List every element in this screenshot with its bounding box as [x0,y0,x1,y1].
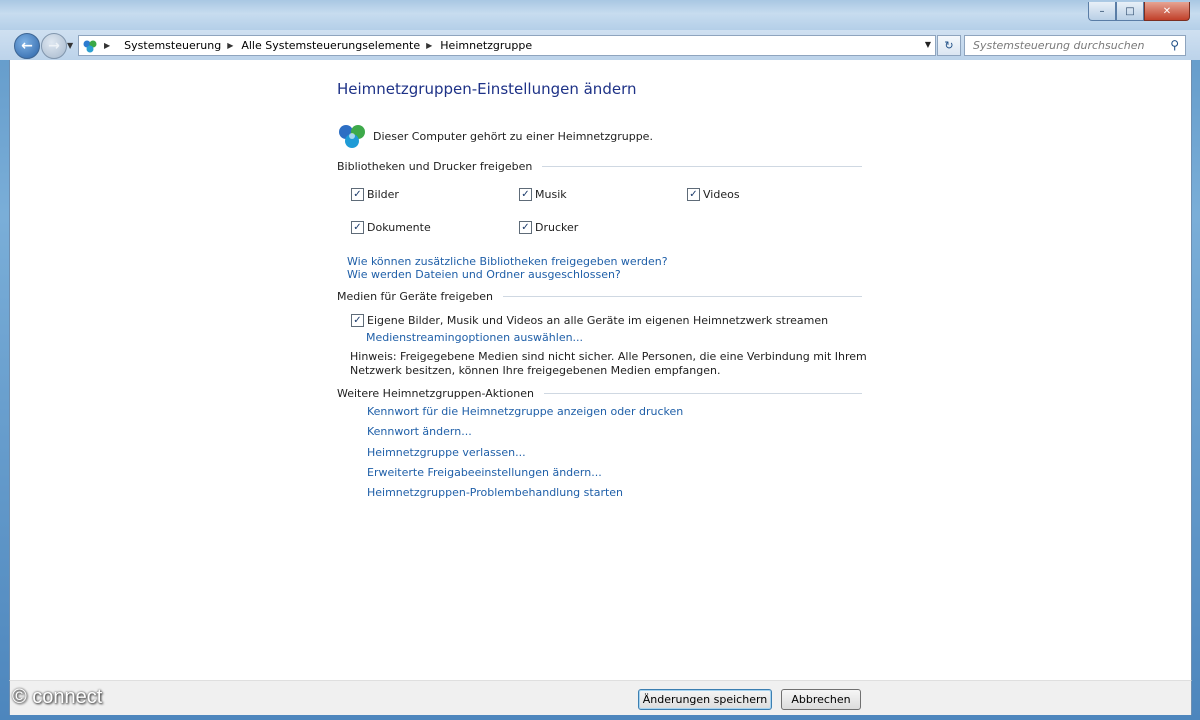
homegroup-status: Dieser Computer gehört zu einer Heimnetz… [337,123,653,149]
link-additional-libraries[interactable]: Wie können zusätzliche Bibliotheken frei… [347,255,668,268]
checkbox-label[interactable]: Videos [703,188,740,201]
checkbox-label[interactable]: Musik [535,188,567,201]
link-change-password[interactable]: Kennwort ändern... [367,425,472,438]
search-input[interactable] [971,38,1165,53]
section-divider [502,296,862,297]
refresh-button[interactable]: ↻ [937,35,961,56]
checkbox-drucker[interactable]: ✓ Drucker [519,221,578,234]
checkbox-media-streaming[interactable]: ✓ Eigene Bilder, Musik und Videos an all… [351,314,828,327]
section-media-heading: Medien für Geräte freigeben [337,290,862,303]
section-libraries-heading: Bibliotheken und Drucker freigeben [337,160,862,173]
window-controls: – □ ✕ [1088,2,1190,22]
link-exclude-files[interactable]: Wie werden Dateien und Ordner ausgeschlo… [347,268,621,281]
checkbox-label[interactable]: Dokumente [367,221,431,234]
checkbox-musik[interactable]: ✓ Musik [519,188,567,201]
checkbox-box[interactable]: ✓ [351,188,364,201]
breadcrumb-systemsteuerung[interactable]: Systemsteuerung [124,39,221,52]
breadcrumb-chevron-icon[interactable]: ▶ [227,41,233,50]
dialog-button-bar: Änderungen speichern Abbrechen [9,680,1192,715]
checkbox-label[interactable]: Eigene Bilder, Musik und Videos an alle … [367,314,828,327]
link-show-password[interactable]: Kennwort für die Heimnetzgruppe anzeigen… [367,405,683,418]
page-title: Heimnetzgruppen-Einstellungen ändern [337,80,637,98]
link-leave-homegroup[interactable]: Heimnetzgruppe verlassen... [367,446,526,459]
breadcrumb-alle-elemente[interactable]: Alle Systemsteuerungselemente [241,39,420,52]
checkbox-bilder[interactable]: ✓ Bilder [351,188,399,201]
back-button[interactable]: ← [14,33,40,59]
connect-watermark: © connect [12,686,103,708]
address-dropdown-icon[interactable]: ▼ [925,40,931,49]
checkbox-box[interactable]: ✓ [351,314,364,327]
breadcrumb-heimnetzgruppe[interactable]: Heimnetzgruppe [440,39,532,52]
cancel-button[interactable]: Abbrechen [781,689,861,710]
link-media-streaming-options[interactable]: Medienstreamingoptionen auswählen... [366,331,583,344]
close-button[interactable]: ✕ [1144,2,1190,21]
minimize-button[interactable]: – [1088,2,1116,21]
link-advanced-sharing[interactable]: Erweiterte Freigabeeinstellungen ändern.… [367,466,602,479]
section-libraries-label: Bibliotheken und Drucker freigeben [337,160,533,173]
breadcrumb-chevron-icon[interactable]: ▶ [426,41,432,50]
media-hint-text: Hinweis: Freigegebene Medien sind nicht … [350,350,867,377]
recent-pages-dropdown-icon[interactable]: ▼ [67,41,73,50]
checkbox-box[interactable]: ✓ [519,188,532,201]
section-media-label: Medien für Geräte freigeben [337,290,493,303]
homegroup-icon [339,125,365,148]
checkbox-box[interactable]: ✓ [351,221,364,234]
status-text: Dieser Computer gehört zu einer Heimnetz… [373,129,653,143]
checkbox-dokumente[interactable]: ✓ Dokumente [351,221,431,234]
homegroup-small-icon [83,40,97,52]
section-actions-heading: Weitere Heimnetzgruppen-Aktionen [337,387,862,400]
navigation-bar: ← → ▼ ▶ Systemsteuerung ▶ Alle Systemste… [0,30,1200,60]
forward-button[interactable]: → [41,33,67,59]
section-actions-label: Weitere Heimnetzgruppen-Aktionen [337,387,534,400]
checkbox-box[interactable]: ✓ [519,221,532,234]
checkbox-label[interactable]: Bilder [367,188,399,201]
save-changes-button[interactable]: Änderungen speichern [638,689,772,710]
section-divider [542,166,862,167]
checkbox-videos[interactable]: ✓ Videos [687,188,740,201]
window-titlebar: – □ ✕ [0,0,1200,30]
main-content: Heimnetzgruppen-Einstellungen ändern Die… [9,60,1192,680]
search-box[interactable]: ⚲ [964,35,1186,56]
address-bar[interactable]: ▶ Systemsteuerung ▶ Alle Systemsteuerung… [78,35,936,56]
link-troubleshooter[interactable]: Heimnetzgruppen-Problembehandlung starte… [367,486,623,499]
section-divider [543,393,862,394]
checkbox-box[interactable]: ✓ [687,188,700,201]
checkbox-label[interactable]: Drucker [535,221,578,234]
breadcrumb-chevron-icon: ▶ [104,41,111,50]
maximize-button[interactable]: □ [1116,2,1144,21]
search-icon[interactable]: ⚲ [1170,38,1179,52]
